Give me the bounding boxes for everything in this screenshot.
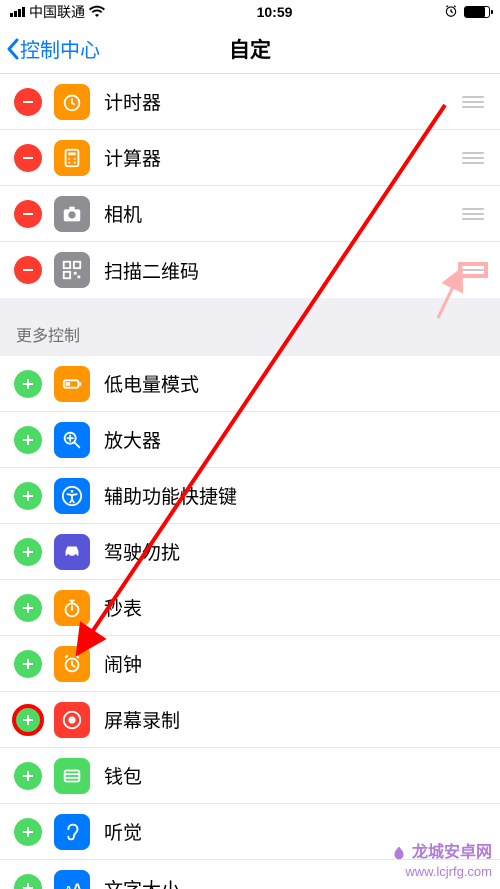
page-title: 自定 <box>229 34 271 64</box>
add-button[interactable] <box>14 538 42 566</box>
reorder-grip-icon[interactable] <box>460 264 486 276</box>
magnify-icon <box>54 422 90 458</box>
row-label: 放大器 <box>104 426 486 453</box>
row-textsize: AA 文字大小 <box>0 860 500 889</box>
battery-icon <box>464 6 490 18</box>
row-qr: 扫描二维码 <box>0 242 500 298</box>
remove-button[interactable] <box>14 88 42 116</box>
car-icon <box>54 534 90 570</box>
row-label: 听觉 <box>104 818 486 845</box>
row-stopwatch: 秒表 <box>0 580 500 636</box>
signal-icon <box>10 7 25 17</box>
timer-icon <box>54 84 90 120</box>
row-camera: 相机 <box>0 186 500 242</box>
row-label: 闹钟 <box>104 650 486 677</box>
add-button[interactable] <box>14 762 42 790</box>
row-label: 屏幕录制 <box>104 706 486 733</box>
back-label: 控制中心 <box>20 34 100 63</box>
row-wallet: 钱包 <box>0 748 500 804</box>
reorder-grip-icon[interactable] <box>460 208 486 220</box>
add-button[interactable] <box>14 594 42 622</box>
row-hearing: 听觉 <box>0 804 500 860</box>
row-label: 低电量模式 <box>104 370 486 397</box>
reorder-grip-icon[interactable] <box>460 152 486 164</box>
section-header-more: 更多控制 <box>0 298 500 356</box>
record-icon <box>54 702 90 738</box>
more-list: 低电量模式放大器辅助功能快捷键驾驶勿扰秒表闹钟屏幕录制钱包听觉 AA 文字大小 <box>0 356 500 889</box>
battery-icon <box>54 366 90 402</box>
svg-text:A: A <box>72 882 83 889</box>
carrier-label: 中国联通 <box>29 2 85 22</box>
row-label: 钱包 <box>104 762 486 789</box>
status-left: 中国联通 <box>10 2 105 22</box>
included-list: 计时器计算器相机扫描二维码 <box>0 74 500 298</box>
row-alarm: 闹钟 <box>0 636 500 692</box>
stopwatch-icon <box>54 590 90 626</box>
row-label: 扫描二维码 <box>104 257 460 284</box>
wifi-icon <box>89 4 105 20</box>
add-button[interactable] <box>14 650 42 678</box>
add-button[interactable] <box>14 426 42 454</box>
add-button[interactable] <box>14 818 42 846</box>
add-button[interactable] <box>14 482 42 510</box>
alarm-icon <box>54 646 90 682</box>
a11y-icon <box>54 478 90 514</box>
text-icon: AA <box>54 870 90 889</box>
qr-icon <box>54 252 90 288</box>
row-a11y: 辅助功能快捷键 <box>0 468 500 524</box>
row-calc: 计算器 <box>0 130 500 186</box>
row-timer: 计时器 <box>0 74 500 130</box>
row-label: 文字大小 <box>104 875 486 889</box>
row-record: 屏幕录制 <box>0 692 500 748</box>
camera-icon <box>54 196 90 232</box>
status-bar: 中国联通 10:59 <box>0 0 500 24</box>
row-label: 计算器 <box>104 144 460 171</box>
row-label: 秒表 <box>104 594 486 621</box>
remove-button[interactable] <box>14 256 42 284</box>
add-button[interactable] <box>14 370 42 398</box>
status-right <box>444 4 490 21</box>
row-magnifier: 放大器 <box>0 412 500 468</box>
add-button[interactable] <box>14 706 42 734</box>
reorder-grip-icon[interactable] <box>460 96 486 108</box>
row-lowpower: 低电量模式 <box>0 356 500 412</box>
ear-icon <box>54 814 90 850</box>
chevron-left-icon <box>6 38 20 60</box>
row-label: 驾驶勿扰 <box>104 538 486 565</box>
calc-icon <box>54 140 90 176</box>
row-label: 辅助功能快捷键 <box>104 482 486 509</box>
remove-button[interactable] <box>14 144 42 172</box>
row-label: 相机 <box>104 200 460 227</box>
remove-button[interactable] <box>14 200 42 228</box>
nav-bar: 控制中心 自定 <box>0 24 500 74</box>
back-button[interactable]: 控制中心 <box>6 34 100 63</box>
row-label: 计时器 <box>104 88 460 115</box>
clock: 10:59 <box>257 4 293 20</box>
row-dnd-drive: 驾驶勿扰 <box>0 524 500 580</box>
add-button[interactable] <box>14 874 42 889</box>
wallet-icon <box>54 758 90 794</box>
alarm-status-icon <box>444 4 458 21</box>
